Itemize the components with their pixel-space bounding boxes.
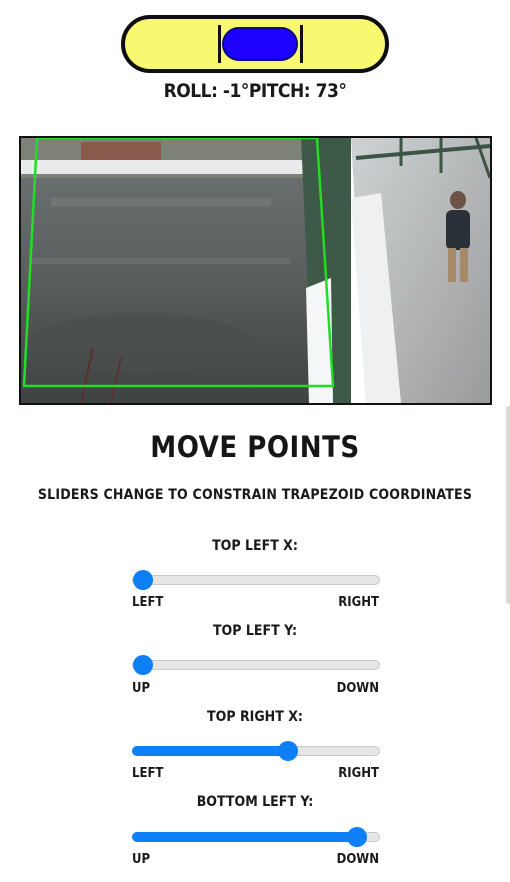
instructions-text: SLIDERS CHANGE TO CONSTRAIN TRAPEZOID CO…: [37, 487, 473, 503]
slider-min-label: UP: [132, 681, 151, 696]
orientation-readout: ROLL: -1°PITCH: 73°: [0, 80, 510, 102]
pitch-readout: PITCH: 73°: [248, 80, 347, 102]
slider-max-label: DOWN: [336, 852, 379, 867]
camera-view[interactable]: [19, 136, 492, 405]
level-bubble: [222, 27, 298, 61]
level-right-tick: [300, 25, 303, 63]
level-left-tick: [218, 25, 221, 63]
slider-fill: [132, 746, 287, 756]
top-left-x-slider[interactable]: [132, 570, 380, 590]
slider-thumb[interactable]: [133, 570, 153, 590]
roll-readout: ROLL: -1°: [163, 80, 250, 102]
camera-scene: [21, 138, 490, 403]
top-right-x-slider[interactable]: [132, 741, 380, 761]
top-left-x-label: TOP LEFT X:: [212, 538, 298, 554]
slider-min-label: UP: [132, 852, 151, 867]
slider-max-label: RIGHT: [338, 595, 379, 610]
page-title: MOVE POINTS: [150, 430, 360, 464]
slider-max-label: DOWN: [336, 681, 379, 696]
slider-thumb[interactable]: [133, 655, 153, 675]
slider-max-label: RIGHT: [338, 766, 379, 781]
top-right-x-label: TOP RIGHT X:: [207, 709, 303, 725]
slider-min-label: LEFT: [132, 766, 164, 781]
top-left-y-label: TOP LEFT Y:: [212, 623, 298, 639]
slider-thumb[interactable]: [278, 741, 298, 761]
slider-thumb[interactable]: [347, 827, 367, 847]
slider-min-label: LEFT: [132, 595, 164, 610]
bottom-left-y-label: BOTTOM LEFT Y:: [196, 794, 314, 810]
bubble-level: [121, 15, 389, 73]
slider-fill: [132, 832, 356, 842]
top-left-y-slider[interactable]: [132, 655, 380, 675]
bottom-left-y-slider[interactable]: [132, 827, 380, 847]
scrollbar[interactable]: [506, 406, 510, 604]
